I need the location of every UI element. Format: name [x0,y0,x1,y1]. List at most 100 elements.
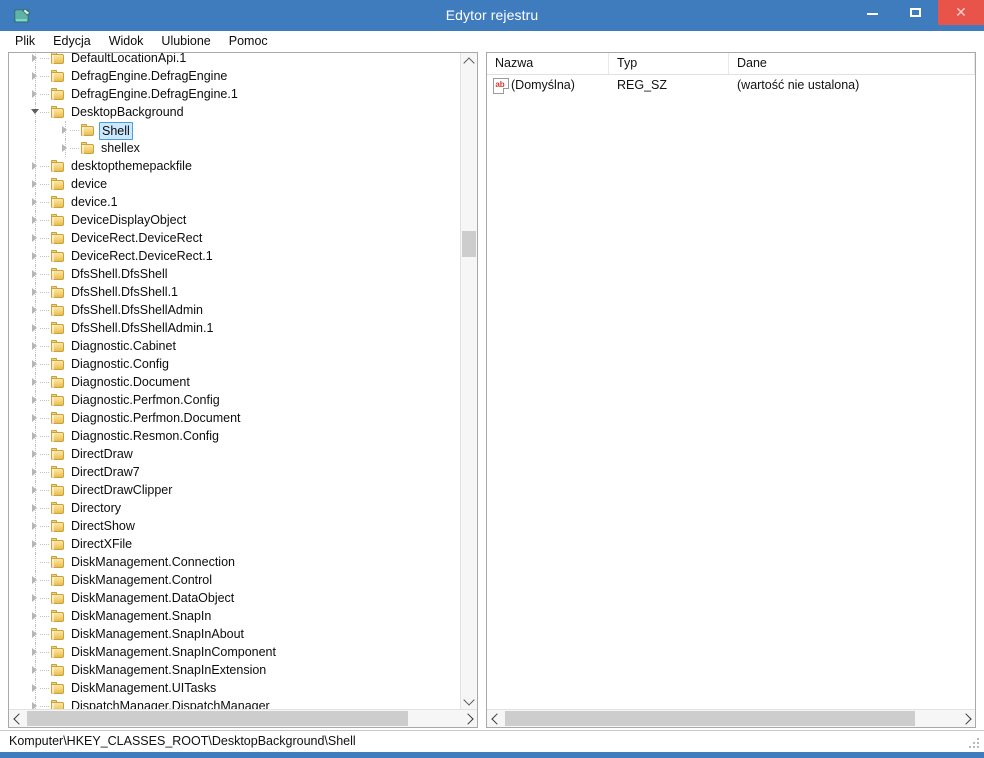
tree-viewport[interactable]: DefaultLocationApi.1 DefragEngine.DefragE… [9,53,461,709]
column-header-typ[interactable]: Typ [609,53,729,74]
scroll-right-button[interactable] [460,710,477,727]
tree-item[interactable]: DefaultLocationApi.1 [9,53,461,67]
tree-item[interactable]: DfsShell.DfsShell.1 [9,283,461,301]
tree-item[interactable]: DiskManagement.SnapInComponent [9,643,461,661]
resize-grip[interactable] [969,738,981,750]
tree-item[interactable]: DirectDraw7 [9,463,461,481]
expand-arrow-icon[interactable] [31,625,40,643]
tree-item[interactable]: DiskManagement.Connection [9,553,461,571]
tree-item[interactable]: DefragEngine.DefragEngine [9,67,461,85]
tree-item[interactable]: DiskManagement.Control [9,571,461,589]
menu-item-pomoc[interactable]: Pomoc [220,31,277,52]
tree-item[interactable]: DiskManagement.DataObject [9,589,461,607]
expand-arrow-icon[interactable] [31,661,40,679]
expand-arrow-icon[interactable] [31,229,40,247]
expand-arrow-icon[interactable] [31,697,40,709]
tree-item[interactable]: Shell [9,121,461,140]
tree-horizontal-scrollbar[interactable] [9,709,477,727]
expand-arrow-icon[interactable] [31,355,40,373]
expand-arrow-icon[interactable] [31,643,40,661]
scroll-up-button[interactable] [461,53,477,70]
expand-arrow-icon[interactable] [31,481,40,499]
tree-item[interactable]: DirectXFile [9,535,461,553]
column-header-dane[interactable]: Dane [729,53,975,74]
table-row[interactable]: ab (Domyślna) REG_SZ (wartość nie ustalona) [487,75,975,95]
list-horizontal-scrollbar[interactable] [487,709,975,727]
expand-arrow-icon[interactable] [31,301,40,319]
list-scroll-left-button[interactable] [487,710,504,727]
collapse-arrow-icon[interactable] [31,103,40,121]
tree-item[interactable]: shellex [9,139,461,157]
expand-arrow-icon[interactable] [31,679,40,697]
expand-arrow-icon[interactable] [31,391,40,409]
expand-arrow-icon[interactable] [31,427,40,445]
close-button[interactable]: ✕ [938,0,984,25]
list-body[interactable]: ab (Domyślna) REG_SZ (wartość nie ustalona) [487,75,975,707]
tree-item[interactable]: Diagnostic.Cabinet [9,337,461,355]
tree-item[interactable]: DirectDrawClipper [9,481,461,499]
expand-arrow-icon[interactable] [31,53,40,67]
expand-arrow-icon[interactable] [31,607,40,625]
vertical-scroll-thumb[interactable] [462,231,476,257]
tree-item[interactable]: desktopthemepackfile [9,157,461,175]
expand-arrow-icon[interactable] [31,463,40,481]
expand-arrow-icon[interactable] [31,85,40,103]
tree-item[interactable]: DispatchManager.DispatchManager [9,697,461,709]
tree-item[interactable]: DiskManagement.SnapInAbout [9,625,461,643]
tree-item[interactable]: device [9,175,461,193]
tree-item[interactable]: Diagnostic.Config [9,355,461,373]
expand-arrow-icon[interactable] [31,247,40,265]
tree-item[interactable]: DeviceRect.DeviceRect [9,229,461,247]
expand-arrow-icon[interactable] [31,193,40,211]
expand-arrow-icon[interactable] [31,157,40,175]
minimize-button[interactable] [850,0,894,25]
column-header-nazwa[interactable]: Nazwa [487,53,609,74]
tree-item[interactable]: DirectShow [9,517,461,535]
tree-item[interactable]: DirectDraw [9,445,461,463]
menu-item-edycja[interactable]: Edycja [44,31,100,52]
tree-item[interactable]: DeviceDisplayObject [9,211,461,229]
expand-arrow-icon[interactable] [31,535,40,553]
list-horizontal-scroll-thumb[interactable] [505,711,915,726]
menu-item-plik[interactable]: Plik [6,31,44,52]
tree-item[interactable]: DfsShell.DfsShellAdmin [9,301,461,319]
expand-arrow-icon[interactable] [31,373,40,391]
tree-item[interactable]: Diagnostic.Perfmon.Document [9,409,461,427]
expand-arrow-icon[interactable] [31,211,40,229]
tree-vertical-scrollbar[interactable] [460,53,477,709]
expand-arrow-icon[interactable] [31,517,40,535]
tree-item[interactable]: DeviceRect.DeviceRect.1 [9,247,461,265]
tree-item[interactable]: DiskManagement.SnapIn [9,607,461,625]
menu-item-ulubione[interactable]: Ulubione [152,31,219,52]
expand-arrow-icon[interactable] [31,589,40,607]
tree-item[interactable]: Diagnostic.Perfmon.Config [9,391,461,409]
expand-arrow-icon[interactable] [31,319,40,337]
expand-arrow-icon[interactable] [31,265,40,283]
scroll-down-button[interactable] [461,692,477,709]
expand-arrow-icon[interactable] [31,409,40,427]
tree-item[interactable]: DiskManagement.UITasks [9,679,461,697]
expand-arrow-icon[interactable] [31,499,40,517]
tree-item[interactable]: DesktopBackground [9,103,461,121]
expand-arrow-icon[interactable] [31,175,40,193]
tree-item[interactable]: DiskManagement.SnapInExtension [9,661,461,679]
expand-arrow-icon[interactable] [31,283,40,301]
expand-arrow-icon[interactable] [31,337,40,355]
expand-arrow-icon[interactable] [61,139,70,157]
expand-arrow-icon[interactable] [31,571,40,589]
tree-item[interactable]: Directory [9,499,461,517]
expand-arrow-icon[interactable] [31,445,40,463]
tree-item[interactable]: DfsShell.DfsShellAdmin.1 [9,319,461,337]
scroll-left-button[interactable] [9,710,26,727]
menu-item-widok[interactable]: Widok [100,31,153,52]
expand-arrow-icon[interactable] [31,67,40,85]
tree-item[interactable]: DfsShell.DfsShell [9,265,461,283]
tree-item[interactable]: Diagnostic.Document [9,373,461,391]
tree-item[interactable]: device.1 [9,193,461,211]
tree-item[interactable]: Diagnostic.Resmon.Config [9,427,461,445]
horizontal-scroll-thumb[interactable] [27,711,408,726]
expand-arrow-icon[interactable] [61,121,70,139]
maximize-button[interactable] [894,0,938,25]
tree-item[interactable]: DefragEngine.DefragEngine.1 [9,85,461,103]
list-scroll-right-button[interactable] [958,710,975,727]
